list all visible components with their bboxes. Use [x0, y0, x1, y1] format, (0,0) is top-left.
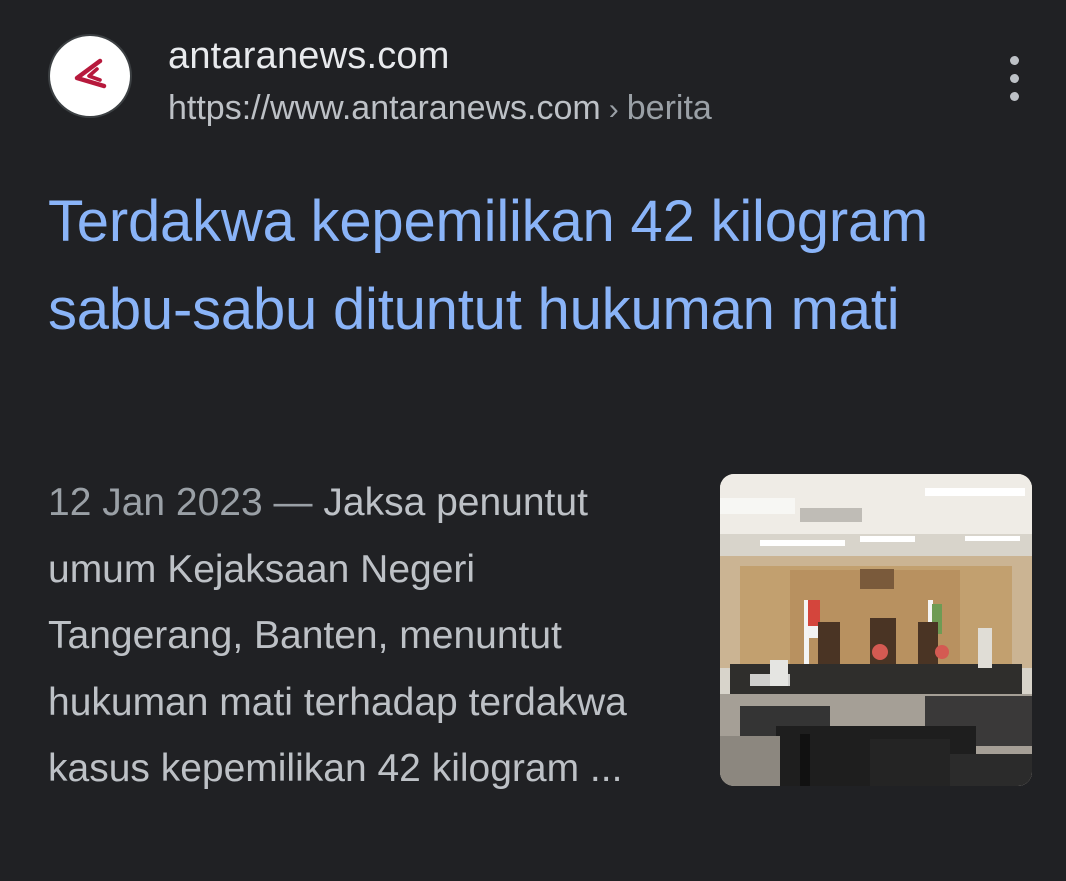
more-dot	[1010, 74, 1019, 83]
courtroom-image	[720, 474, 1032, 786]
url-separator: ›	[608, 93, 619, 126]
result-source-row[interactable]: antaranews.com https://www.antaranews.co…	[50, 34, 1032, 127]
site-name[interactable]: antaranews.com	[168, 34, 450, 78]
result-title-link[interactable]: Terdakwa kepemilikan 42 kilogram sabu-sa…	[48, 178, 968, 354]
result-snippet: 12 Jan 2023 — Jaksa penuntut umum Kejaks…	[48, 470, 678, 803]
antara-logo-icon[interactable]	[50, 36, 130, 116]
url-path: berita	[626, 89, 712, 127]
search-result-card: antaranews.com https://www.antaranews.co…	[0, 0, 1066, 881]
more-vert-icon[interactable]	[998, 50, 1032, 110]
courtroom-thumbnail[interactable]	[720, 474, 1032, 786]
snippet-text: Jaksa penuntut umum Kejaksaan Negeri Tan…	[48, 481, 627, 790]
result-date: 12 Jan 2023	[48, 481, 263, 524]
url-base: https://www.antaranews.com	[168, 89, 601, 127]
date-separator: —	[262, 481, 324, 524]
antara-logo-glyph	[74, 58, 107, 89]
result-url[interactable]: https://www.antaranews.com › berita	[168, 88, 712, 130]
more-dot	[1010, 92, 1019, 101]
more-dot	[1010, 56, 1019, 65]
